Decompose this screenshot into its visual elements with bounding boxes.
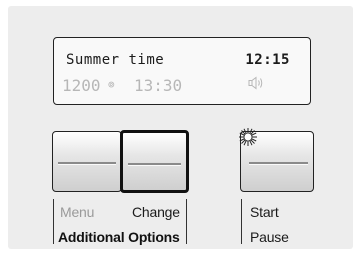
display-mode-text: Summer time — [66, 52, 165, 68]
button-divider — [249, 162, 308, 165]
menu-button[interactable] — [52, 131, 122, 192]
spin-symbol-icon: ⊚ — [108, 78, 115, 91]
speaker-icon — [248, 76, 266, 94]
additional-options-label: Additional Options — [58, 229, 180, 245]
change-label: Change — [132, 204, 180, 220]
display-screen: Summer time 12:15 1200 ⊚ 13:30 — [53, 37, 311, 105]
display-clock: 12:15 — [245, 52, 290, 68]
start-label-divider — [241, 199, 243, 244]
start-pause-button[interactable] — [239, 128, 314, 192]
button-divider — [58, 162, 116, 165]
blinking-indicator-icon — [239, 128, 257, 146]
display-spin-speed: 1200 — [62, 76, 101, 95]
start-label: Start — [250, 204, 279, 220]
menu-label-divider — [53, 199, 55, 244]
button-divider — [128, 163, 181, 166]
display-duration: 13:30 — [134, 76, 183, 95]
menu-label: Menu — [60, 204, 95, 220]
change-button[interactable] — [120, 130, 189, 193]
pause-label: Pause — [250, 229, 289, 245]
change-label-divider — [186, 199, 188, 244]
